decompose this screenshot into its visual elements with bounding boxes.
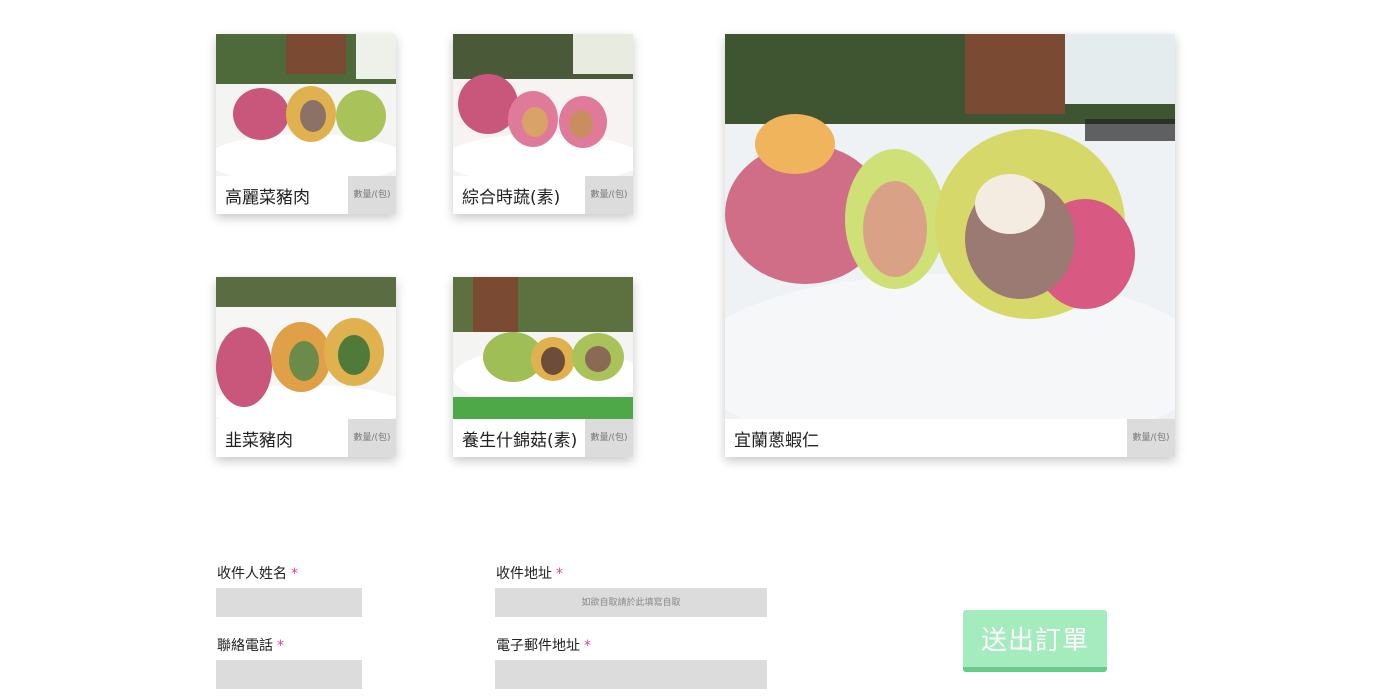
quantity-input[interactable] [348, 176, 396, 214]
email-label: 電子郵件地址 * [496, 635, 591, 655]
product-card-mushroom: 養生什錦菇(素) [453, 277, 633, 457]
product-card-cabbage-pork: 高麗菜豬肉 [216, 34, 396, 214]
required-mark: * [556, 566, 563, 582]
recipient-name-input[interactable] [216, 588, 362, 617]
product-card-mixed-vegetables: 綜合時蔬(素) [453, 34, 633, 214]
phone-input[interactable] [216, 660, 362, 689]
required-mark: * [584, 638, 591, 654]
product-name: 養生什錦菇(素) [453, 419, 585, 457]
submit-order-button[interactable]: 送出訂單 [963, 610, 1107, 672]
phone-label: 聯絡電話 * [217, 635, 284, 655]
product-name: 高麗菜豬肉 [216, 176, 348, 214]
required-mark: * [291, 566, 298, 582]
product-card-scallion-shrimp: 宜蘭蔥蝦仁 [725, 34, 1175, 457]
product-photo [453, 277, 633, 419]
quantity-input[interactable] [585, 419, 633, 457]
address-label: 收件地址 * [496, 563, 563, 583]
product-card-chive-pork: 韭菜豬肉 [216, 277, 396, 457]
label-text: 電子郵件地址 [496, 638, 580, 654]
required-mark: * [277, 638, 284, 654]
label-text: 聯絡電話 [217, 638, 273, 654]
address-input[interactable] [495, 588, 767, 617]
label-text: 收件地址 [496, 566, 552, 582]
product-name: 綜合時蔬(素) [453, 176, 585, 214]
product-photo [216, 277, 396, 419]
email-input[interactable] [495, 660, 767, 689]
product-photo [453, 34, 633, 176]
quantity-input[interactable] [348, 419, 396, 457]
product-name: 宜蘭蔥蝦仁 [725, 419, 1127, 457]
product-photo [725, 34, 1175, 419]
product-name: 韭菜豬肉 [216, 419, 348, 457]
quantity-input[interactable] [585, 176, 633, 214]
recipient-name-label: 收件人姓名 * [217, 563, 298, 583]
product-photo [216, 34, 396, 176]
quantity-input[interactable] [1127, 419, 1175, 457]
label-text: 收件人姓名 [217, 566, 287, 582]
